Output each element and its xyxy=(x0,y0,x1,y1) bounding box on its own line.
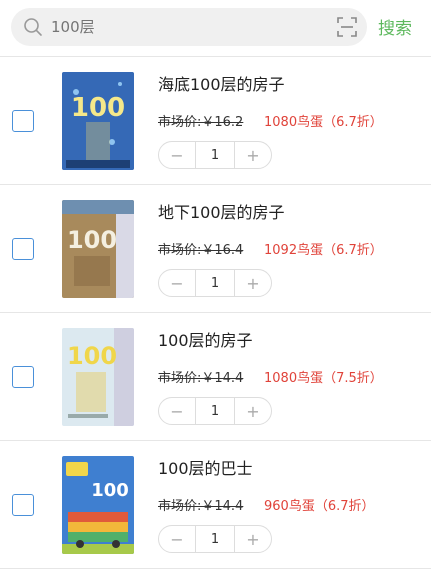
scan-icon[interactable] xyxy=(337,17,357,37)
quantity-value[interactable]: 1 xyxy=(195,398,235,424)
quantity-stepper: − 1 + xyxy=(158,269,272,297)
market-price: 市场价:￥14.4 xyxy=(158,371,244,386)
sale-price: 1092鸟蛋（6.7折） xyxy=(264,243,383,258)
sale-price: 1080鸟蛋（7.5折） xyxy=(264,371,383,386)
book-title[interactable]: 海底100层的房子 xyxy=(158,71,285,95)
book-cover-image[interactable]: 100 xyxy=(62,456,134,554)
quantity-stepper: − 1 + xyxy=(158,141,272,169)
list-item: 100 地下100层的房子 市场价:￥16.4 1092鸟蛋（6.7折） − 1… xyxy=(0,185,431,313)
quantity-value[interactable]: 1 xyxy=(195,270,235,296)
market-price: 市场价:￥14.4 xyxy=(158,499,244,514)
book-title[interactable]: 100层的房子 xyxy=(158,327,253,351)
list-item: 100 海底100层的房子 市场价:￥16.2 1080鸟蛋（6.7折） − 1… xyxy=(0,57,431,185)
decrement-button[interactable]: − xyxy=(159,142,195,168)
sale-price: 1080鸟蛋（6.7折） xyxy=(264,115,383,130)
quantity-value[interactable]: 1 xyxy=(195,142,235,168)
select-checkbox[interactable] xyxy=(12,110,34,132)
search-icon xyxy=(24,18,42,36)
svg-text:100: 100 xyxy=(67,226,117,254)
svg-text:100: 100 xyxy=(91,480,129,501)
svg-text:100: 100 xyxy=(67,342,117,370)
book-cover-image[interactable]: 100 xyxy=(62,200,134,298)
select-checkbox[interactable] xyxy=(12,238,34,260)
sale-price: 960鸟蛋（6.7折） xyxy=(264,499,375,514)
list-item: 100 100层的房子 市场价:￥14.4 1080鸟蛋（7.5折） − 1 + xyxy=(0,313,431,441)
quantity-stepper: − 1 + xyxy=(158,525,272,553)
increment-button[interactable]: + xyxy=(235,398,271,424)
decrement-button[interactable]: − xyxy=(159,526,195,552)
select-checkbox[interactable] xyxy=(12,494,34,516)
decrement-button[interactable]: − xyxy=(159,270,195,296)
increment-button[interactable]: + xyxy=(235,142,271,168)
select-checkbox[interactable] xyxy=(12,366,34,388)
quantity-stepper: − 1 + xyxy=(158,397,272,425)
market-price: 市场价:￥16.2 xyxy=(158,115,244,130)
list-item: 100 100层的巴士 市场价:￥14.4 960鸟蛋（6.7折） − 1 + xyxy=(0,441,431,569)
increment-button[interactable]: + xyxy=(235,526,271,552)
market-price: 市场价:￥16.4 xyxy=(158,243,244,258)
search-bar: 搜索 xyxy=(0,0,431,57)
increment-button[interactable]: + xyxy=(235,270,271,296)
svg-text:100: 100 xyxy=(71,93,125,123)
search-input[interactable] xyxy=(51,8,331,46)
book-title[interactable]: 地下100层的房子 xyxy=(158,199,285,223)
decrement-button[interactable]: − xyxy=(159,398,195,424)
quantity-value[interactable]: 1 xyxy=(195,526,235,552)
book-list: 100 海底100层的房子 市场价:￥16.2 1080鸟蛋（6.7折） − 1… xyxy=(0,57,431,569)
book-cover-image[interactable]: 100 xyxy=(62,72,134,170)
search-button[interactable]: 搜索 xyxy=(378,14,412,39)
book-cover-image[interactable]: 100 xyxy=(62,328,134,426)
book-title[interactable]: 100层的巴士 xyxy=(158,455,253,479)
search-box[interactable] xyxy=(11,8,367,46)
